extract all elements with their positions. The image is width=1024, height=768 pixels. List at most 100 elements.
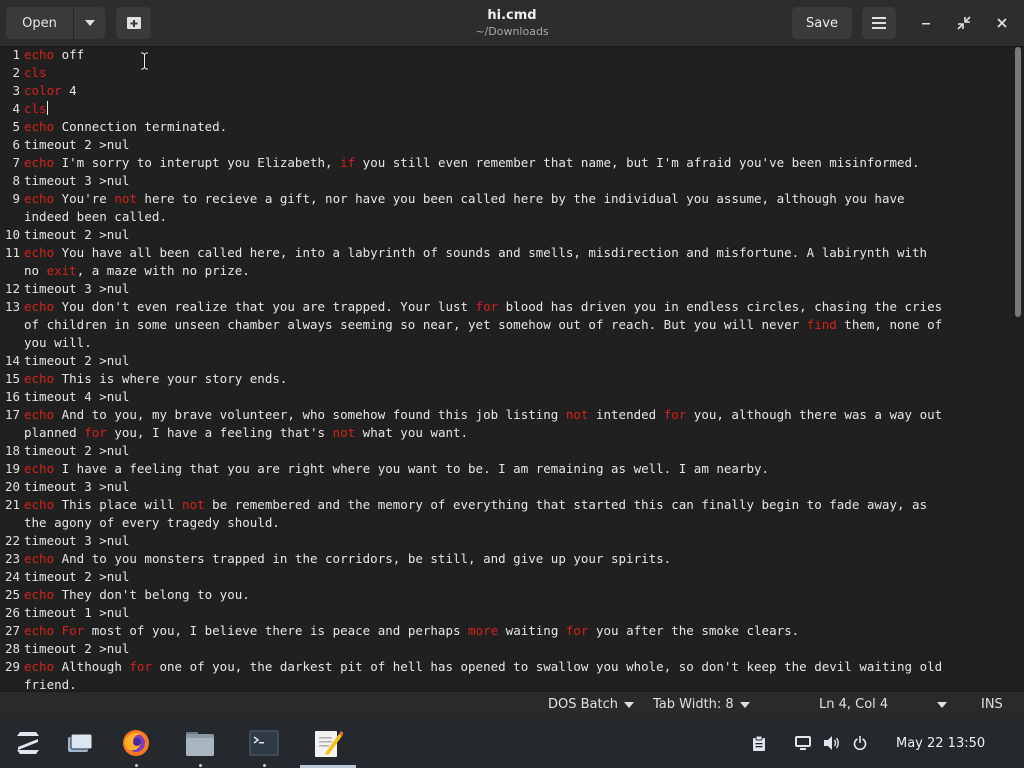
minimize-icon — [922, 23, 930, 25]
line-number: 1 — [12, 47, 20, 62]
keyword-token: echo — [24, 623, 55, 638]
close-icon — [997, 18, 1007, 28]
code-line: 1 echo off — [0, 47, 1010, 64]
keyword-token: echo — [24, 659, 55, 674]
workspace-switcher[interactable] — [62, 718, 98, 768]
line-text: timeout 2 >nul — [24, 136, 129, 154]
text-caret — [46, 101, 48, 115]
text-token: no — [24, 263, 47, 278]
line-number: 5 — [12, 119, 20, 134]
code-line: 15 echo This is where your story ends. — [0, 370, 1010, 388]
line-number: 2 — [12, 65, 20, 80]
text-token: timeout 3 >nul — [24, 281, 130, 296]
running-app-dot — [135, 764, 138, 767]
code-line: 10 timeout 2 >nul — [0, 226, 1010, 244]
keyword-token: for — [84, 425, 107, 440]
line-text: planned for you, I have a feeling that's… — [24, 424, 468, 442]
keyword-token: not — [332, 425, 356, 440]
text-token: I'm sorry to interupt you Elizabeth, — [54, 155, 341, 170]
insert-mode-indicator[interactable]: INS — [981, 697, 1003, 712]
language-selector[interactable]: DOS Batch — [548, 697, 634, 712]
clock[interactable]: May 22 13:50 — [896, 718, 985, 768]
keyword-token: echo — [24, 497, 55, 512]
zorin-menu-icon — [17, 732, 39, 754]
vertical-scrollbar[interactable] — [1015, 47, 1021, 317]
taskbar — [0, 718, 1024, 768]
keyword-token: cls — [24, 65, 47, 80]
text-token: them, none of — [836, 317, 943, 332]
line-number: 19 — [4, 461, 20, 476]
chevron-down-icon — [624, 701, 634, 708]
line-text: echo I have a feeling that you are right… — [24, 460, 769, 478]
tab-width-selector[interactable]: Tab Width: 8 — [653, 697, 750, 712]
line-number: 4 — [12, 101, 20, 116]
terminal-launcher[interactable] — [244, 718, 284, 768]
text-token: And to you monsters trapped in the corri… — [54, 551, 672, 566]
power-indicator[interactable] — [849, 718, 871, 768]
line-text: timeout 3 >nul — [24, 532, 129, 550]
text-token: You have all been called here, into a la… — [54, 245, 928, 260]
line-number: 28 — [4, 641, 20, 656]
volume-indicator[interactable] — [821, 718, 843, 768]
files-launcher[interactable] — [180, 718, 220, 768]
text-editor-area[interactable]: 1 echo off 2 cls 3 color 4 4 cls 5 echo Connectio… — [0, 47, 1014, 691]
minimize-button[interactable] — [914, 11, 938, 35]
text-token: you, I have a feeling that's — [106, 425, 333, 440]
code-line: 25 echo They don't belong to you. — [0, 586, 1010, 604]
text-token: timeout 2 >nul — [24, 443, 130, 458]
hamburger-menu-icon — [872, 17, 886, 29]
display-indicator[interactable] — [793, 718, 813, 768]
new-tab-button[interactable] — [116, 7, 151, 39]
line-text: of children in some unseen chamber alway… — [24, 316, 942, 334]
text-token: You don't even realize that you are trap… — [54, 299, 476, 314]
cursor-position-label: Ln 4, Col 4 — [819, 697, 889, 712]
text-token: timeout 2 >nul — [24, 569, 130, 584]
close-button[interactable] — [990, 11, 1014, 35]
menu-button[interactable] — [862, 7, 896, 39]
text-token: timeout 2 >nul — [24, 641, 130, 656]
text-token: They don't belong to you. — [54, 587, 250, 602]
code-line: 17 echo And to you, my brave volunteer, w… — [0, 406, 1010, 424]
code-line: 29 echo Although for one of you, the dark… — [0, 658, 1010, 676]
files-icon — [186, 732, 214, 756]
line-text: no exit, a maze with no prize. — [24, 262, 250, 280]
keyword-token: if — [340, 155, 356, 170]
line-text: timeout 2 >nul — [24, 352, 129, 370]
text-token: you, although there was a way out — [686, 407, 943, 422]
open-menu-button[interactable] — [74, 7, 105, 39]
line-text: timeout 3 >nul — [24, 478, 129, 496]
status-bar: DOS Batch Tab Width: 8 Ln 4, Col 4 INS — [0, 691, 1024, 719]
text-token: 4 — [61, 83, 77, 98]
line-text: the agony of every tragedy should. — [24, 514, 280, 532]
cursor-position-selector[interactable]: Ln 4, Col 4 — [819, 697, 947, 712]
text-token: This place will — [54, 497, 183, 512]
code-line: 2 cls — [0, 64, 1010, 82]
save-button[interactable]: Save — [792, 7, 852, 39]
line-text: echo Although for one of you, the darkes… — [24, 658, 942, 676]
restore-button[interactable] — [952, 11, 976, 35]
code-line: 24 timeout 2 >nul — [0, 568, 1010, 586]
text-editor-launcher[interactable] — [306, 718, 350, 768]
app-menu-button[interactable] — [8, 718, 48, 768]
new-tab-icon — [126, 17, 141, 29]
line-number: 24 — [4, 569, 20, 584]
clipboard-indicator[interactable] — [748, 718, 770, 768]
line-number: 18 — [4, 443, 20, 458]
firefox-icon — [123, 730, 149, 756]
code-line: 23 echo And to you monsters trapped in th… — [0, 550, 1010, 568]
line-number: 25 — [4, 587, 20, 602]
keyword-token: find — [806, 317, 837, 332]
code-line: 12 timeout 3 >nul — [0, 280, 1010, 298]
code-line: you will. — [0, 334, 1010, 352]
text-token: of children in some unseen chamber alway… — [24, 317, 807, 332]
code-line: 13 echo You don't even realize that you a… — [0, 298, 1010, 316]
line-text: cls — [24, 100, 48, 118]
text-token: And to you, my brave volunteer, who some… — [54, 407, 566, 422]
line-number: 20 — [4, 479, 20, 494]
code-line: 5 echo Connection terminated. — [0, 118, 1010, 136]
text-token: timeout 2 >nul — [24, 353, 130, 368]
dropdown-arrow-icon — [84, 20, 95, 26]
chevron-down-icon — [937, 701, 947, 708]
open-button[interactable]: Open — [6, 7, 73, 39]
firefox-launcher[interactable] — [116, 718, 156, 768]
